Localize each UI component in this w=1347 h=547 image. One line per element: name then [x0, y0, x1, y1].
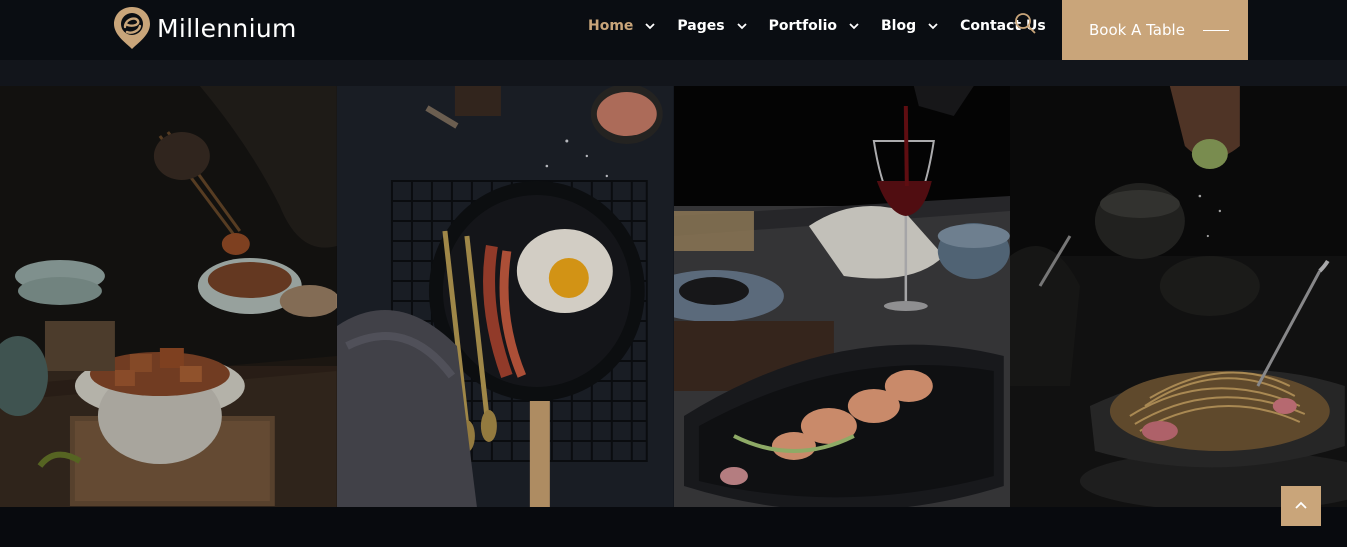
search-icon[interactable]: [1013, 11, 1037, 35]
gallery-image-spaghetti-bowl[interactable]: [1010, 86, 1347, 507]
chevron-down-icon: [928, 23, 938, 30]
food-gallery: [0, 86, 1347, 507]
nav-item-label: Pages: [677, 18, 725, 34]
red-wine-prawns-plate-photo: [673, 86, 1011, 507]
gallery-image-chopsticks-pork-bowl[interactable]: [0, 86, 337, 507]
gallery-image-fried-egg-bacon-pan[interactable]: [336, 86, 674, 507]
nav-item-label: Portfolio: [768, 18, 838, 34]
main-nav: Home Pages Portfolio Blog Contact Us: [588, 16, 1046, 36]
chevron-down-icon: [736, 23, 747, 30]
logo-pin-icon: [114, 7, 150, 49]
brand-name: Millennium: [157, 13, 297, 43]
nav-item-blog[interactable]: Blog: [881, 18, 938, 34]
site-logo[interactable]: Millennium: [112, 5, 297, 51]
header-divider-strip: [0, 60, 1347, 86]
gallery-image-red-wine-prawns-plate[interactable]: [673, 86, 1011, 507]
chevron-up-icon: [1295, 501, 1307, 509]
nav-item-label: Home: [588, 18, 634, 34]
fried-egg-bacon-pan-photo: [336, 86, 674, 507]
chevron-down-icon: [645, 23, 656, 30]
spaghetti-bowl-photo: [1010, 86, 1347, 507]
book-a-table-label: Book A Table: [1089, 21, 1185, 39]
footer-band: [0, 507, 1347, 547]
scroll-to-top-button[interactable]: [1281, 486, 1321, 526]
nav-item-label: Blog: [881, 18, 917, 34]
arrow-line-icon: [1202, 29, 1229, 31]
nav-item-portfolio[interactable]: Portfolio: [769, 18, 859, 34]
book-a-table-button[interactable]: Book A Table: [1062, 0, 1248, 60]
site-header: Millennium Home Pages Portfolio Blog Con…: [0, 0, 1347, 60]
chopsticks-pork-bowl-photo: [0, 86, 337, 507]
chevron-down-icon: [849, 23, 859, 30]
nav-item-home[interactable]: Home: [588, 18, 656, 34]
nav-item-pages[interactable]: Pages: [677, 18, 747, 34]
